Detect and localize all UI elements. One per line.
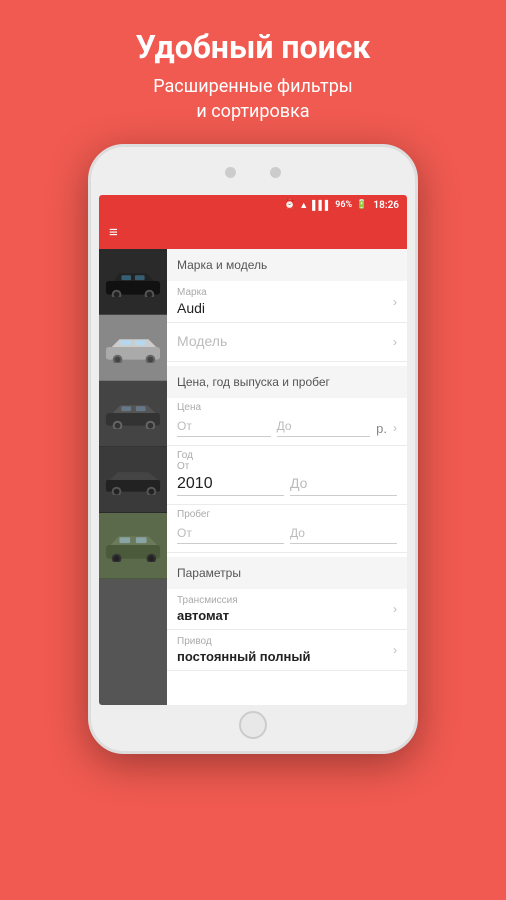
- section-price-year-label: Цена, год выпуска и пробег: [177, 375, 330, 389]
- mileage-to-label: До: [290, 526, 305, 540]
- year-from-value: 2010: [177, 475, 213, 492]
- car-svg-5: [104, 530, 162, 562]
- transmission-row[interactable]: Трансмиссия автомат ›: [167, 589, 407, 630]
- transmission-label: Трансмиссия: [177, 595, 397, 606]
- car-item-3: [99, 381, 167, 447]
- year-to-placeholder: До: [290, 475, 307, 491]
- year-section: Год От 2010 До: [167, 446, 407, 505]
- mileage-to-field[interactable]: До: [290, 526, 397, 544]
- battery-percent: 96%: [335, 200, 352, 210]
- car-item-1: [99, 249, 167, 315]
- brand-chevron: ›: [393, 295, 397, 309]
- year-from-field[interactable]: 2010: [177, 475, 284, 496]
- transmission-chevron: ›: [393, 602, 397, 616]
- mileage-from-label: От: [177, 526, 192, 540]
- speaker-left: [225, 167, 236, 178]
- car-item-4: [99, 447, 167, 513]
- model-chevron: ›: [393, 335, 397, 349]
- price-to-field[interactable]: До: [277, 419, 371, 437]
- year-to-field[interactable]: До: [290, 475, 397, 496]
- car-svg-2: [104, 333, 162, 363]
- status-bar: ⏰ ▲ ▌▌▌ 96% 🔋 18:26: [99, 195, 407, 215]
- price-from-label: От: [177, 419, 192, 433]
- section-params-label: Параметры: [177, 566, 241, 580]
- header-section: Удобный поиск Марка и модель Расширенные…: [116, 0, 391, 144]
- mileage-from-field[interactable]: От: [177, 526, 284, 544]
- section-price-year: Цена, год выпуска и пробег: [167, 366, 407, 398]
- car-list: [99, 249, 167, 705]
- signal-icon: ▌▌▌: [312, 200, 331, 211]
- car-svg-3: [104, 399, 162, 429]
- hamburger-icon[interactable]: ≡: [109, 223, 119, 241]
- home-button[interactable]: [239, 711, 267, 739]
- price-chevron: ›: [393, 421, 397, 435]
- price-label: Цена: [177, 402, 397, 413]
- wifi-icon: ▲: [299, 200, 308, 211]
- phone-mockup: ⏰ ▲ ▌▌▌ 96% 🔋 18:26 ≡: [88, 144, 418, 754]
- battery-icon: 🔋: [356, 200, 367, 210]
- brand-row[interactable]: Марка Audi ›: [167, 281, 407, 323]
- mileage-section: Пробег От До: [167, 505, 407, 553]
- price-section: Цена От До р. ›: [167, 398, 407, 446]
- section-brand-model: Марка и модель: [167, 249, 407, 281]
- drive-value: постоянный полный: [177, 649, 397, 664]
- speaker-right: [270, 167, 281, 178]
- brand-label: Марка: [177, 287, 397, 298]
- year-label: Год: [177, 450, 397, 461]
- model-row[interactable]: Модель ›: [167, 323, 407, 362]
- car-svg-1: [104, 267, 162, 297]
- model-placeholder: Модель: [177, 333, 227, 349]
- status-time: 18:26: [373, 200, 399, 211]
- main-subtitle: Марка и модель Расширенные фильтрыи сорт…: [136, 74, 371, 124]
- section-params: Параметры: [167, 557, 407, 589]
- app-bar: ≡: [99, 215, 407, 249]
- year-from-label: От: [177, 461, 397, 472]
- price-currency: р.: [376, 421, 387, 436]
- alarm-icon: ⏰: [284, 200, 295, 210]
- mileage-label: Пробег: [177, 509, 397, 520]
- drive-row[interactable]: Привод постоянный полный ›: [167, 630, 407, 671]
- brand-value: Audi: [177, 300, 397, 316]
- price-to-label: До: [277, 419, 292, 433]
- phone-screen: ⏰ ▲ ▌▌▌ 96% 🔋 18:26 ≡: [99, 195, 407, 705]
- main-title: Удобный поиск: [136, 28, 371, 66]
- price-from-field[interactable]: От: [177, 419, 271, 437]
- car-svg-4: [104, 465, 162, 495]
- drive-chevron: ›: [393, 643, 397, 657]
- filter-panel: Марка и модель Марка Audi › Модель ›: [167, 249, 407, 705]
- section-brand-model-label: Марка и модель: [177, 258, 267, 272]
- car-item-5: [99, 513, 167, 579]
- car-item-2: [99, 315, 167, 381]
- transmission-value: автомат: [177, 608, 397, 623]
- drive-label: Привод: [177, 636, 397, 647]
